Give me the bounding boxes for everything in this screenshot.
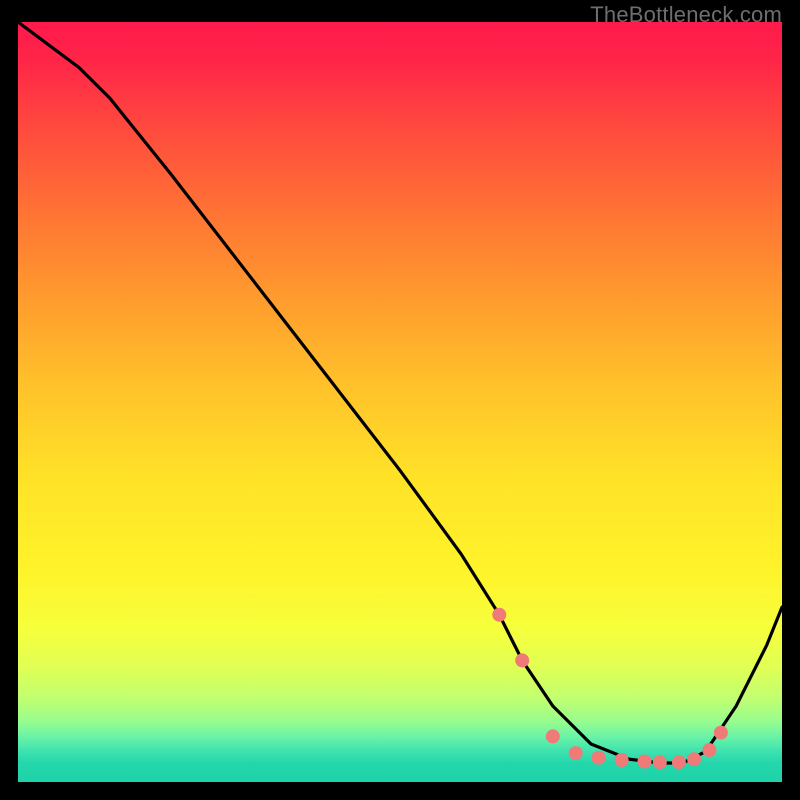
chart-frame: TheBottleneck.com — [0, 0, 800, 800]
marker-dot — [687, 752, 701, 766]
marker-dot — [702, 743, 716, 757]
marker-dot — [672, 755, 686, 769]
marker-group — [492, 608, 728, 769]
curve-path — [18, 22, 782, 763]
plot-area — [18, 22, 782, 782]
marker-dot — [714, 726, 728, 740]
marker-dot — [638, 755, 652, 769]
marker-dot — [592, 751, 606, 765]
marker-dot — [653, 755, 667, 769]
marker-dot — [515, 653, 529, 667]
marker-dot — [492, 608, 506, 622]
marker-dot — [569, 746, 583, 760]
marker-dot — [615, 753, 629, 767]
marker-dot — [546, 729, 560, 743]
attribution-label: TheBottleneck.com — [590, 2, 782, 28]
chart-svg — [18, 22, 782, 782]
